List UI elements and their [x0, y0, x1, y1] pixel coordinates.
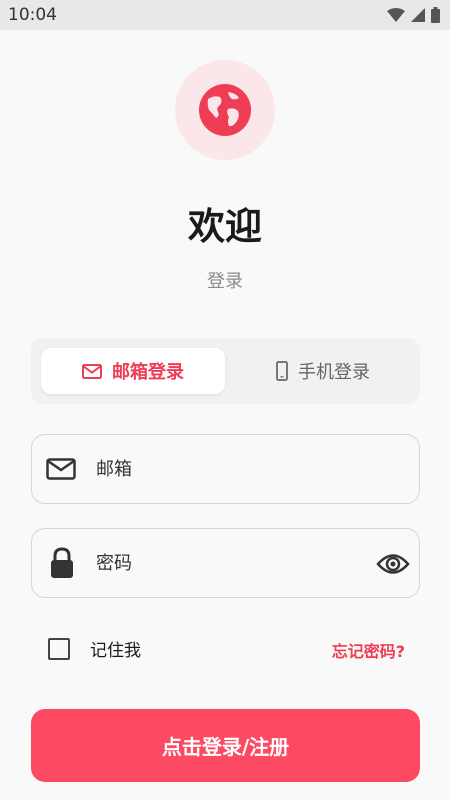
phone-icon — [276, 361, 288, 381]
remember-me-label: 记住我 — [90, 641, 141, 661]
battery-icon — [431, 7, 440, 23]
status-bar: 10:04 — [0, 0, 450, 30]
password-input[interactable] — [96, 529, 376, 597]
field-email-icon-wrap — [46, 435, 76, 503]
email-input[interactable] — [96, 435, 376, 503]
eye-icon — [376, 554, 410, 574]
mail-icon — [82, 363, 102, 379]
signal-icon — [411, 8, 425, 22]
tab-email-login[interactable]: 邮箱登录 — [41, 348, 225, 394]
globe-icon — [199, 84, 251, 136]
remember-me-row: 记住我 — [48, 636, 141, 661]
login-register-button[interactable]: 点击登录/注册 — [31, 709, 420, 782]
tab-phone-label: 手机登录 — [298, 362, 370, 383]
tab-email-label: 邮箱登录 — [112, 362, 184, 383]
remember-me-checkbox[interactable] — [48, 637, 70, 660]
wifi-icon — [387, 8, 405, 22]
toggle-password-visibility[interactable] — [375, 547, 411, 581]
password-field[interactable] — [31, 528, 420, 598]
app-logo — [175, 60, 275, 160]
lock-icon — [51, 547, 73, 578]
email-field[interactable] — [31, 434, 420, 504]
welcome-title: 欢迎 — [188, 205, 262, 248]
forgot-password-link[interactable]: 忘记密码? — [332, 638, 405, 662]
login-method-tabs: 邮箱登录 手机登录 — [31, 338, 420, 404]
field-lock-icon-wrap — [50, 529, 74, 597]
status-time: 10:04 — [8, 5, 57, 25]
mail-icon — [46, 458, 76, 480]
tab-phone-login[interactable]: 手机登录 — [231, 348, 415, 394]
status-icons — [387, 7, 440, 23]
login-subtitle: 登录 — [207, 271, 243, 292]
